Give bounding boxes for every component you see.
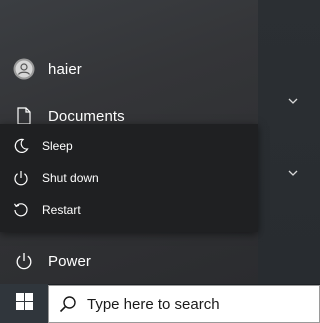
power-item[interactable]: Power bbox=[0, 241, 258, 281]
avatar bbox=[0, 49, 48, 89]
power-label: Power bbox=[48, 252, 92, 270]
start-menu-tiles-area bbox=[258, 0, 320, 284]
chevron-down-icon[interactable] bbox=[287, 95, 299, 107]
power-flyout-menu: Sleep Shut down Restart bbox=[0, 124, 258, 232]
shut-down-label: Shut down bbox=[42, 171, 99, 185]
taskbar: Type here to search bbox=[0, 284, 320, 323]
restart-label: Restart bbox=[42, 203, 81, 217]
power-icon bbox=[0, 162, 42, 194]
sleep-moon-icon bbox=[0, 130, 42, 162]
search-icon bbox=[49, 286, 87, 322]
chevron-down-icon[interactable] bbox=[287, 167, 299, 179]
power-icon bbox=[0, 241, 48, 281]
search-input[interactable]: Type here to search bbox=[48, 285, 320, 323]
sleep-menu-item[interactable]: Sleep bbox=[0, 130, 258, 162]
user-account-item[interactable]: haier bbox=[0, 49, 258, 89]
windows-logo-icon bbox=[15, 292, 33, 315]
start-button[interactable] bbox=[0, 284, 48, 323]
sleep-label: Sleep bbox=[42, 139, 73, 153]
shut-down-menu-item[interactable]: Shut down bbox=[0, 162, 258, 194]
restart-menu-item[interactable]: Restart bbox=[0, 194, 258, 226]
restart-icon bbox=[0, 194, 42, 226]
documents-label: Documents bbox=[48, 107, 125, 125]
search-placeholder: Type here to search bbox=[87, 295, 220, 313]
user-name: haier bbox=[48, 60, 82, 78]
desktop: haier Documents Sleep Shut down Restart … bbox=[0, 0, 320, 323]
